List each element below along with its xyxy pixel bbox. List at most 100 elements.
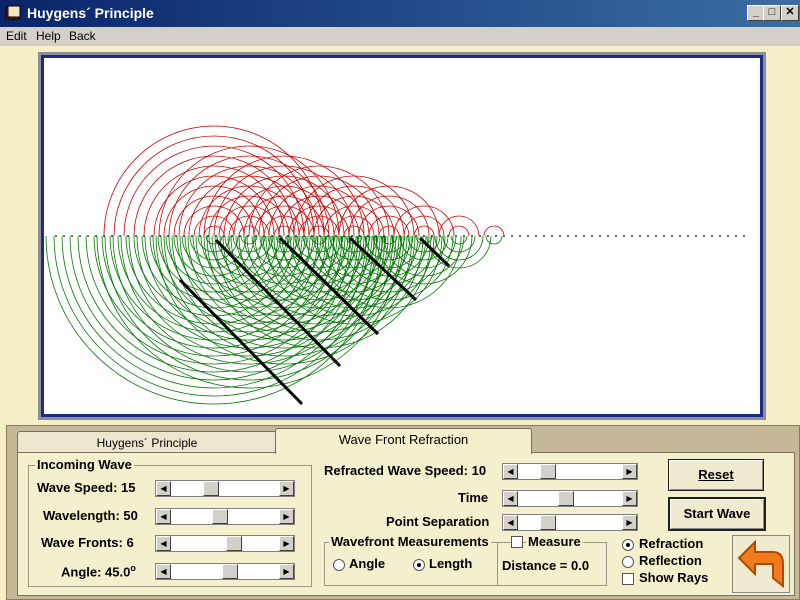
boundary-dot — [647, 235, 649, 237]
incoming-wavelet — [393, 205, 455, 237]
angle-slider[interactable]: ◀ ▶ — [155, 563, 295, 580]
slider-right-arrow-icon[interactable]: ▶ — [622, 515, 637, 530]
reflection-radio[interactable] — [622, 556, 634, 568]
time-slider[interactable]: ◀ ▶ — [502, 490, 638, 507]
slider-right-arrow-icon[interactable]: ▶ — [622, 491, 637, 506]
boundary-dot — [87, 235, 89, 237]
start-wave-button[interactable]: Start Wave — [668, 497, 766, 531]
boundary-dot — [695, 235, 697, 237]
boundary-dot — [527, 235, 529, 237]
boundary-dot — [487, 235, 489, 237]
boundary-dot — [567, 235, 569, 237]
slider-thumb[interactable] — [202, 481, 219, 496]
wave-fronts-slider[interactable]: ◀ ▶ — [155, 535, 295, 552]
length-radio-label: Length — [429, 556, 473, 571]
slider-left-arrow-icon[interactable]: ◀ — [156, 564, 171, 579]
slider-right-arrow-icon[interactable]: ▶ — [279, 509, 294, 524]
wave-fronts-label: Wave Fronts: 6 — [41, 535, 134, 550]
menu-help[interactable]: Help — [36, 29, 61, 43]
boundary-dot — [511, 235, 513, 237]
slider-left-arrow-icon[interactable]: ◀ — [503, 464, 518, 479]
measure-label: Measure — [526, 534, 583, 549]
boundary-dot — [623, 235, 625, 237]
menu-edit[interactable]: Edit — [6, 29, 27, 43]
simulation-frame — [38, 52, 766, 420]
length-radio[interactable] — [413, 559, 425, 571]
slider-thumb[interactable] — [539, 515, 556, 530]
boundary-dot — [679, 235, 681, 237]
incoming-wavelet — [413, 225, 435, 237]
tab-huygens-principle[interactable]: Huygens´ Principle — [17, 431, 277, 454]
tab-wave-front-refraction[interactable]: Wave Front Refraction — [275, 428, 532, 454]
reset-button[interactable]: Reset — [668, 459, 764, 491]
back-arrow-button[interactable] — [732, 535, 790, 593]
slider-right-arrow-icon[interactable]: ▶ — [279, 564, 294, 579]
incoming-wavelet — [448, 225, 470, 237]
slider-right-arrow-icon[interactable]: ▶ — [622, 464, 637, 479]
boundary-dot — [615, 235, 617, 237]
boundary-dot — [575, 235, 577, 237]
measurements-group: Wavefront Measurements Angle Length — [324, 534, 498, 586]
boundary-dot — [551, 235, 553, 237]
slider-thumb[interactable] — [221, 564, 238, 579]
wavelength-slider[interactable]: ◀ ▶ — [155, 508, 295, 525]
point-separation-slider[interactable]: ◀ ▶ — [502, 514, 638, 531]
boundary-dot — [639, 235, 641, 237]
slider-thumb[interactable] — [539, 464, 556, 479]
boundary-dot — [663, 235, 665, 237]
incoming-wavelet — [158, 145, 340, 237]
slider-left-arrow-icon[interactable]: ◀ — [503, 491, 518, 506]
incoming-wave-group: Incoming Wave Wave Speed: 15 ◀ ▶ Wavelen… — [28, 457, 312, 587]
incoming-wavelet — [103, 125, 325, 237]
refracted-speed-label: Refracted Wave Speed: 10 — [324, 463, 487, 478]
boundary-dot — [599, 235, 601, 237]
slider-right-arrow-icon[interactable]: ▶ — [279, 536, 294, 551]
refracted-speed-slider[interactable]: ◀ ▶ — [502, 463, 638, 480]
boundary-dot — [711, 235, 713, 237]
angle-radio-label: Angle — [349, 556, 386, 571]
slider-left-arrow-icon[interactable]: ◀ — [156, 509, 171, 524]
measure-group: Measure Distance = 0.0 — [497, 534, 607, 586]
reflection-label: Reflection — [639, 553, 702, 568]
boundary-dot — [719, 235, 721, 237]
slider-thumb[interactable] — [212, 509, 229, 524]
wave-diagram — [45, 125, 745, 406]
wave-speed-slider[interactable]: ◀ ▶ — [155, 480, 295, 497]
refracted-wavelet — [310, 235, 328, 245]
maximize-button[interactable]: □ — [763, 5, 781, 21]
angle-radio[interactable] — [333, 559, 345, 571]
window-title: Huygens´ Principle — [27, 5, 154, 21]
show-rays-label: Show Rays — [639, 570, 709, 585]
slider-left-arrow-icon[interactable]: ◀ — [156, 536, 171, 551]
boundary-dot — [63, 235, 65, 237]
title-bar: Huygens´ Principle _ □ ✕ — [0, 0, 800, 27]
boundary-dot — [631, 235, 633, 237]
boundary-dot — [607, 235, 609, 237]
measurements-title: Wavefront Measurements — [329, 534, 491, 549]
boundary-dot — [71, 235, 73, 237]
slider-thumb[interactable] — [226, 536, 243, 551]
boundary-dot — [655, 235, 657, 237]
show-rays-checkbox[interactable] — [622, 573, 634, 585]
refraction-radio[interactable] — [622, 539, 634, 551]
simulation-canvas[interactable] — [41, 55, 763, 417]
refracted-wavelet — [485, 235, 503, 245]
point-separation-label: Point Separation — [386, 514, 490, 529]
boundary-dot — [703, 235, 705, 237]
menu-bar: Edit Help Back — [0, 27, 800, 46]
incoming-wavelet — [483, 225, 505, 237]
boundary-dot — [55, 235, 57, 237]
boundary-dot — [583, 235, 585, 237]
slider-left-arrow-icon[interactable]: ◀ — [503, 515, 518, 530]
slider-thumb[interactable] — [557, 491, 574, 506]
close-button[interactable]: ✕ — [781, 5, 799, 21]
reset-button-label: Reset — [698, 467, 734, 482]
menu-back[interactable]: Back — [69, 29, 96, 43]
slider-left-arrow-icon[interactable]: ◀ — [156, 481, 171, 496]
incoming-wave-title: Incoming Wave — [35, 457, 134, 472]
measure-checkbox[interactable] — [511, 536, 523, 548]
control-panel: Huygens´ Principle Wave Front Refraction… — [6, 425, 800, 600]
slider-right-arrow-icon[interactable]: ▶ — [279, 481, 294, 496]
boundary-dot — [79, 235, 81, 237]
boundary-dot — [591, 235, 593, 237]
